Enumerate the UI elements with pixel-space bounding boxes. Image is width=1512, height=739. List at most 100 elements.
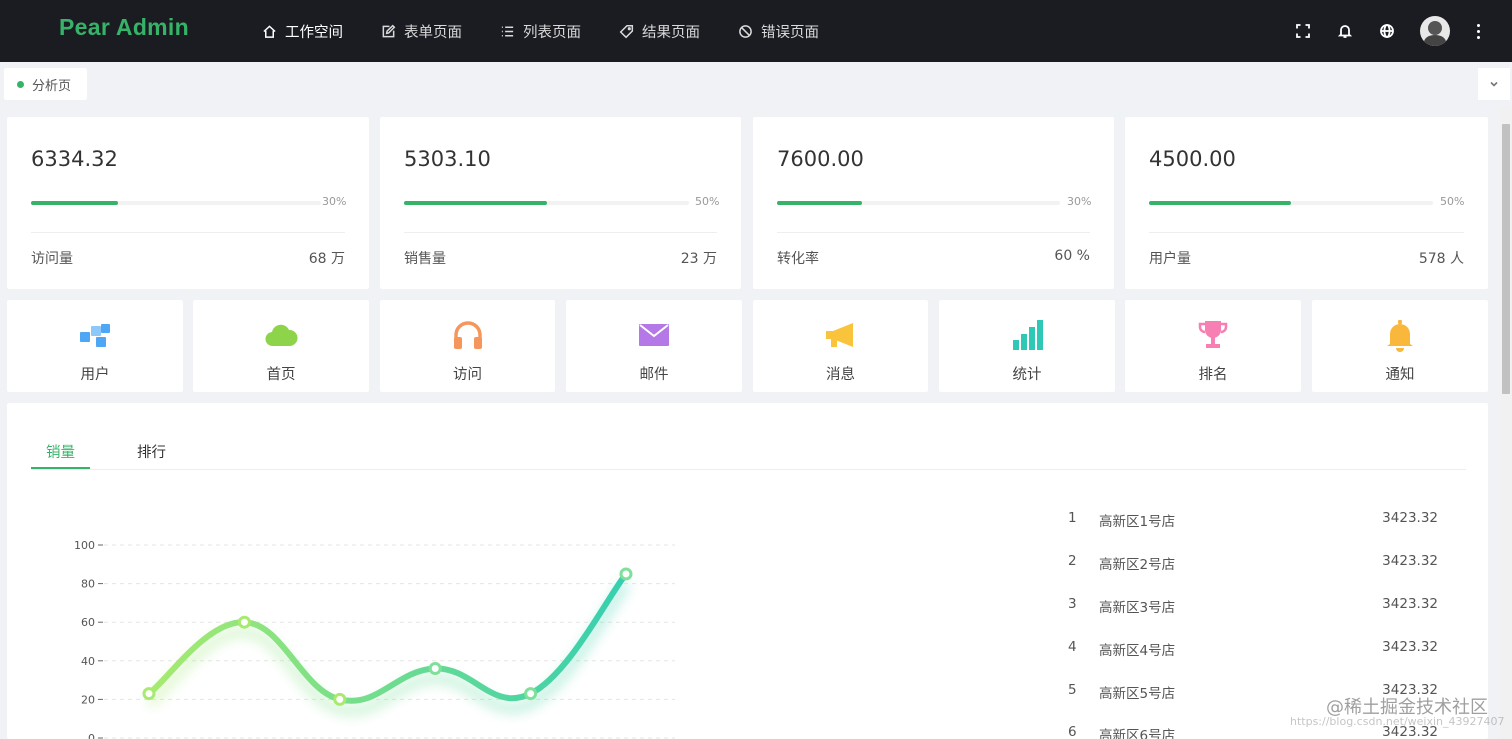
y-tick-label: 0 (88, 732, 95, 739)
progress-percent: 30% (1067, 195, 1092, 208)
shortcut-users[interactable]: 用户 (7, 300, 183, 392)
data-point[interactable] (142, 687, 156, 701)
rank-number: 6 (1068, 724, 1077, 739)
nav-item-lists[interactable]: 列表页面 (500, 21, 581, 42)
nav-item-label: 错误页面 (761, 24, 819, 41)
progress-fill (31, 201, 118, 205)
shortcut-label: 用户 (80, 367, 110, 383)
notification-button[interactable] (1324, 23, 1366, 39)
sales-panel: 销量 排行 0 20 40 60 80 100 1 高新区1号店 3423.32 2 高新… (7, 403, 1488, 739)
store-value: 3423.32 (1382, 553, 1438, 569)
bar-stats-icon (1013, 320, 1043, 350)
mail-icon (639, 324, 669, 346)
data-point[interactable] (428, 662, 442, 676)
data-point[interactable] (237, 615, 251, 629)
chevron-down-icon (1490, 81, 1498, 87)
more-icon[interactable] (1468, 23, 1488, 39)
shortcut-visits[interactable]: 访问 (380, 300, 555, 392)
tag-icon (619, 24, 634, 38)
progress-fill (404, 201, 547, 205)
stat-value: 6334.32 (31, 147, 118, 171)
shortcut-label: 通知 (1385, 367, 1415, 383)
data-point[interactable] (333, 692, 347, 706)
store-name: 高新区4号店 (1099, 643, 1176, 659)
shortcut-stats[interactable]: 统计 (939, 300, 1115, 392)
tab-analysis[interactable]: 分析页 (4, 68, 88, 100)
stat-label: 用户量 (1149, 251, 1191, 267)
globe-icon (1380, 24, 1394, 38)
rank-number: 4 (1068, 639, 1077, 655)
stat-card-visits: 6334.32 30% 访问量 68 万 (7, 117, 369, 289)
progress-bar (404, 201, 689, 205)
nav-item-label: 工作空间 (285, 24, 343, 41)
y-tick-label: 100 (74, 539, 95, 552)
store-value: 3423.32 (1382, 596, 1438, 612)
divider (404, 232, 717, 233)
stat-card-users: 4500.00 50% 用户量 578 人 (1125, 117, 1488, 289)
progress-bar (31, 201, 321, 205)
stat-count: 60 % (1054, 248, 1090, 264)
rank-number: 5 (1068, 682, 1077, 698)
progress-bar (777, 201, 1060, 205)
y-tick-label: 80 (81, 578, 95, 591)
stat-value: 7600.00 (777, 147, 864, 171)
nav-item-label: 结果页面 (642, 24, 700, 41)
nav-item-forms[interactable]: 表单页面 (381, 21, 462, 42)
top-bar: Pear Admin 工作空间 表单页面 列表页面 结果页面 错误页面 (0, 0, 1512, 62)
shortcut-home[interactable]: 首页 (193, 300, 369, 392)
progress-percent: 30% (322, 195, 347, 208)
nav-item-results[interactable]: 结果页面 (619, 21, 700, 42)
page-tab-bar: 分析页 (0, 62, 1512, 106)
ranking-row: 4 高新区4号店 3423.32 (1068, 639, 1438, 659)
nav-item-errors[interactable]: 错误页面 (738, 21, 819, 42)
sales-line-chart: 0 20 40 60 80 100 (74, 539, 675, 739)
shortcut-label: 统计 (1012, 367, 1042, 383)
cloud-icon (265, 324, 298, 347)
stat-label: 转化率 (777, 251, 819, 267)
stat-card-conversion: 7600.00 30% 转化率 60 % (753, 117, 1114, 289)
tab-dropdown-button[interactable] (1478, 68, 1510, 100)
bell-fill-icon (1387, 320, 1413, 352)
stat-count: 578 人 (1418, 251, 1464, 267)
user-blocks-icon (80, 324, 110, 347)
tab-label: 分析页 (32, 78, 72, 94)
scrollbar-thumb[interactable] (1502, 124, 1510, 394)
shortcut-mail[interactable]: 邮件 (566, 300, 742, 392)
data-point[interactable] (619, 567, 633, 581)
avatar[interactable] (1420, 16, 1450, 46)
shortcut-label: 消息 (826, 367, 855, 383)
bell-icon (1337, 25, 1353, 38)
rank-number: 1 (1068, 510, 1077, 526)
stat-count: 68 万 (308, 251, 345, 267)
line-shadow (145, 580, 630, 716)
y-tick-label: 20 (81, 693, 95, 706)
divider (31, 232, 345, 233)
progress-fill (1149, 201, 1291, 205)
shortcut-messages[interactable]: 消息 (753, 300, 928, 392)
store-value: 3423.32 (1382, 639, 1438, 655)
stat-count: 23 万 (680, 251, 717, 267)
shortcut-label: 访问 (453, 367, 482, 383)
nav-item-workspace[interactable]: 工作空间 (262, 21, 343, 42)
progress-percent: 50% (1440, 195, 1465, 208)
stat-label: 访问量 (31, 251, 73, 267)
shortcut-ranking[interactable]: 排名 (1125, 300, 1301, 392)
top-nav: 工作空间 表单页面 列表页面 结果页面 错误页面 (262, 0, 857, 62)
shortcut-notifications[interactable]: 通知 (1312, 300, 1488, 392)
store-value: 3423.32 (1382, 510, 1438, 526)
headphones-icon (453, 321, 482, 349)
ranking-row: 3 高新区3号店 3423.32 (1068, 596, 1438, 616)
shortcut-label: 排名 (1198, 367, 1228, 383)
page-scrollbar[interactable] (1500, 106, 1512, 739)
active-tab-dot (17, 81, 24, 88)
app-logo[interactable]: Pear Admin (59, 14, 189, 41)
language-button[interactable] (1366, 23, 1408, 39)
nav-item-label: 列表页面 (523, 24, 581, 41)
y-tick-label: 60 (81, 616, 95, 629)
shortcut-label: 首页 (266, 367, 296, 383)
rank-number: 3 (1068, 596, 1077, 612)
rank-number: 2 (1068, 553, 1077, 569)
data-point[interactable] (524, 687, 538, 701)
fullscreen-button[interactable] (1282, 23, 1324, 39)
stat-card-sales: 5303.10 50% 销售量 23 万 (380, 117, 741, 289)
